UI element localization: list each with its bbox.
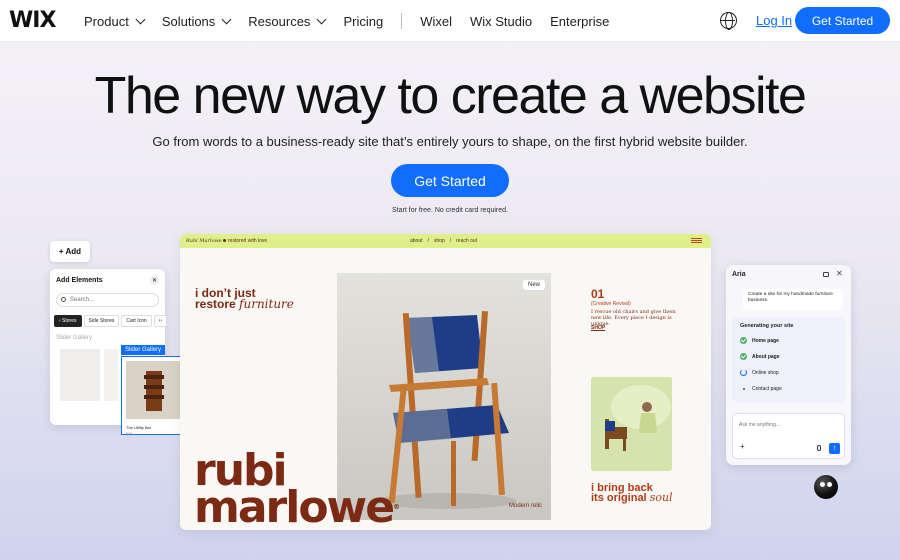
gallery-item-name: The Utility Bar [126, 425, 152, 430]
chip-cart-icon[interactable]: Cart Icon [121, 315, 152, 327]
add-search-input[interactable]: Search... [56, 293, 159, 307]
restore-line2-bold: restore [195, 297, 236, 311]
big-brand-name: rubi marlowe® [194, 449, 401, 530]
add-button[interactable]: + Add [50, 241, 90, 262]
nav-product[interactable]: Product [84, 13, 146, 29]
chevron-down-icon [316, 14, 327, 24]
add-search-placeholder: Search... [70, 297, 95, 303]
nav-resources[interactable]: Resources [248, 13, 327, 29]
nav-pricing-label: Pricing [343, 13, 384, 29]
nav-items: Product Solutions Resources Pricing Wixe… [84, 0, 627, 42]
step-label: About page [752, 353, 780, 360]
step-online-shop: Online shop [740, 369, 779, 376]
gallery-item-price: $XX [126, 432, 133, 436]
wix-logo[interactable]: WIX [9, 8, 56, 33]
bring-line2-italic: soul [649, 491, 673, 504]
chevron-down-icon [221, 14, 232, 24]
chevron-down-icon [135, 14, 146, 24]
loading-spinner-icon [740, 369, 747, 376]
login-link[interactable]: Log In [756, 13, 792, 28]
hero-subtitle: Go from words to a business-ready site t… [152, 134, 748, 149]
check-icon [740, 337, 747, 344]
category-chips: ‹ Stores Side Stores Cart Icon ‹› [54, 315, 168, 327]
ghost-thumbnail [60, 349, 100, 401]
check-icon [740, 353, 747, 360]
plus-icon[interactable]: + [740, 442, 745, 451]
site-link-reach-out[interactable]: reach out [456, 238, 477, 244]
site-nav: about / shop / reach out [410, 238, 477, 244]
nav-wixel[interactable]: Wixel [420, 14, 452, 29]
big-name-line2: marlowe [194, 482, 395, 530]
shop-link[interactable]: SHOP [591, 325, 605, 331]
slider-gallery-tag: Slider Gallery [121, 345, 166, 355]
site-link-shop[interactable]: shop [434, 238, 445, 244]
site-tagline: restored with love [228, 238, 268, 244]
globe-icon[interactable] [720, 12, 737, 30]
user-message: Create a site for my handmade furniture … [743, 289, 843, 310]
bring-line2-bold: its original [591, 492, 647, 504]
hero-title: The new way to create a website [94, 67, 807, 125]
site-link-sep: / [427, 238, 429, 244]
hero-get-started-button[interactable]: Get Started [391, 164, 509, 197]
close-icon[interactable]: ✕ [150, 276, 159, 285]
new-badge: New [523, 280, 546, 290]
pending-dot-icon [740, 385, 747, 392]
nav-resources-label: Resources [248, 13, 311, 29]
get-started-nav-button[interactable]: Get Started [795, 7, 890, 34]
ai-assistant-avatar[interactable] [814, 475, 838, 499]
close-icon[interactable]: ✕ [836, 269, 843, 278]
registered-mark: ® [393, 503, 401, 511]
aria-chat-input[interactable]: Ask me anything... + ↑ [732, 413, 845, 459]
closing-headline: i bring back its original soul [591, 483, 711, 504]
hero-note: Start for free. No credit card required. [392, 207, 508, 214]
gallery-item[interactable]: The Utility Bar $XX [126, 361, 184, 436]
photo-caption: Modern relic [509, 503, 543, 509]
nav-pricing[interactable]: Pricing [343, 14, 383, 29]
chip-side-stores[interactable]: Side Stores [83, 315, 120, 327]
ghost-thumbnail [104, 349, 118, 401]
nav-enterprise[interactable]: Enterprise [550, 14, 609, 29]
restore-line2-italic: furniture [239, 297, 294, 311]
site-headline: i don’t just restore furniture [195, 287, 315, 311]
nav-solutions[interactable]: Solutions [161, 13, 232, 29]
generation-status-card: Generating your site Home page About pag… [732, 317, 845, 402]
chair-stack-image [126, 361, 184, 419]
search-icon [61, 297, 66, 302]
site-link-sep: / [449, 238, 452, 244]
step-home-page: Home page [740, 337, 779, 344]
aria-input-placeholder: Ask me anything... [739, 422, 781, 428]
chip-stores[interactable]: ‹ Stores [54, 315, 82, 327]
chip-arrows[interactable]: ‹› [153, 315, 168, 327]
step-label: Home page [752, 337, 779, 344]
step-about-page: About page [740, 353, 780, 360]
section-number: 01 [591, 287, 605, 301]
section-label: Slider Gallery [56, 335, 93, 341]
site-brand[interactable]: Rubi Marlowe [186, 238, 222, 244]
nav-solutions-label: Solutions [161, 13, 216, 29]
chat-bubble-icon[interactable] [823, 272, 829, 277]
microphone-icon[interactable] [817, 445, 821, 451]
nav-product-label: Product [84, 13, 129, 29]
nav-wix-studio[interactable]: Wix Studio [470, 14, 532, 29]
site-brand-dot [223, 239, 226, 242]
add-panel-title: Add Elements [56, 277, 103, 284]
person-in-chair-image [591, 377, 672, 471]
site-link-about[interactable]: about [410, 238, 423, 244]
step-label: Contact page [752, 385, 782, 392]
top-nav: WIX Product Solutions Resources Pricing … [0, 0, 900, 42]
aria-title: Aria [732, 271, 746, 278]
step-contact-page: Contact page [740, 385, 782, 392]
aria-chat-panel: Aria ✕ Create a site for my handmade fur… [726, 265, 851, 465]
website-preview: Rubi Marlowe restored with love about / … [180, 234, 711, 530]
section-subtitle: (Creative Revival) [591, 301, 631, 307]
site-header-bar: Rubi Marlowe restored with love about / … [180, 234, 711, 248]
hamburger-menu-icon[interactable] [691, 238, 702, 243]
step-label: Online shop [752, 369, 779, 376]
generation-title: Generating your site [740, 323, 794, 329]
nav-divider [401, 13, 403, 29]
send-button[interactable]: ↑ [829, 443, 840, 454]
